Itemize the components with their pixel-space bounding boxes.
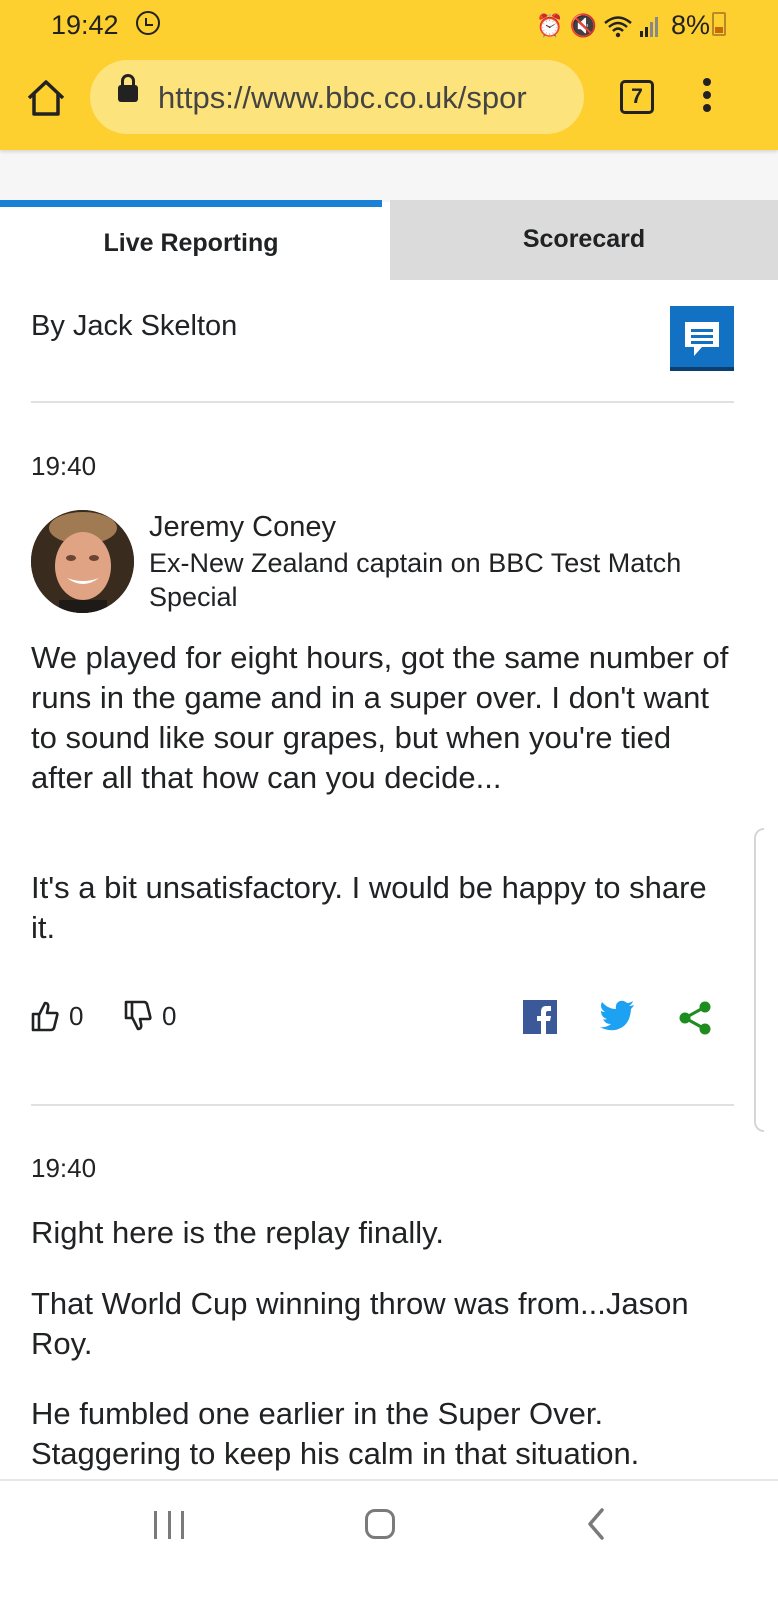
signal-icon [639,16,658,37]
header-band [0,150,778,202]
share-icon[interactable] [677,1000,713,1036]
tab-scorecard[interactable]: Scorecard [390,200,778,280]
twitter-icon[interactable] [599,1000,635,1032]
thumbs-up-icon [31,1001,59,1032]
post-paragraph: Right here is the replay finally. [31,1215,444,1250]
facebook-icon[interactable] [523,1000,557,1034]
status-bar: 19:42 ⏰ 🔇 8% [0,0,778,50]
post-paragraph: That World Cup winning throw was from...… [31,1286,689,1361]
lock-icon [118,74,138,102]
home-icon[interactable] [24,76,68,120]
home-button-icon[interactable] [365,1509,395,1539]
thumbs-down-icon [124,1000,152,1031]
status-icons: ⏰ 🔇 8% [536,10,710,41]
divider [31,1104,734,1106]
dislike-button[interactable]: 0 [124,1000,176,1032]
comments-button[interactable] [670,306,734,371]
browser-toolbar: https://www.bbc.co.uk/spor 7 [0,50,778,150]
url-text[interactable]: https://www.bbc.co.uk/spor [158,80,568,116]
more-menu-icon[interactable] [697,78,717,118]
divider [31,401,734,403]
author-avatar [31,510,134,613]
tab-live-reporting-label: Live Reporting [103,229,279,257]
status-time: 19:42 [51,10,119,40]
post-paragraph: It's a bit unsatisfactory. I would be ha… [31,870,707,945]
recents-icon[interactable] [154,1511,184,1539]
battery-percent: 8% [670,10,710,40]
post-reactions: 0 0 [31,1000,751,1040]
tab-scorecard-label: Scorecard [522,225,646,253]
post-timestamp: 19:40 [31,1153,97,1183]
post-paragraph: He fumbled one earlier in the Super Over… [31,1396,640,1471]
back-icon[interactable] [586,1507,606,1541]
address-bar[interactable]: https://www.bbc.co.uk/spor [90,60,584,134]
author-role: Ex-New Zealand captain on BBC Test Match… [149,548,682,612]
post-timestamp: 19:40 [31,451,97,481]
wifi-icon [604,15,632,37]
alarm-icon: ⏰ [536,12,564,38]
byline: By Jack Skelton [31,310,238,342]
tab-live-reporting[interactable]: Live Reporting [0,200,382,280]
tab-switcher-button[interactable]: 7 [620,80,654,114]
post-paragraph: We played for eight hours, got the same … [31,640,729,795]
like-button[interactable]: 0 [31,1000,83,1032]
like-count: 0 [69,1000,84,1031]
battery-icon [712,12,726,36]
system-nav-bar [0,1479,778,1600]
author-name: Jeremy Coney [149,511,336,543]
dislike-count: 0 [162,1000,177,1031]
comment-icon [685,322,719,356]
mute-icon: 🔇 [569,12,597,38]
browser-chrome: 19:42 ⏰ 🔇 8% https://www.bbc.co.uk/spor … [0,0,778,150]
location-sync-icon [136,11,160,35]
scroll-handle[interactable] [754,828,764,1132]
